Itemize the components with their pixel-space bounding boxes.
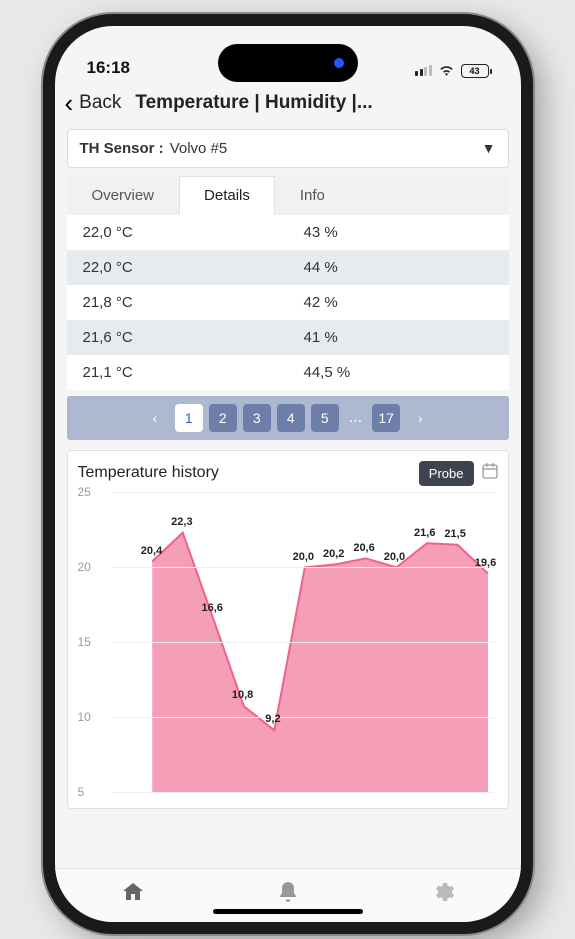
selector-value: Volvo #5 [170, 140, 228, 157]
data-label: 21,5 [444, 528, 465, 540]
chart-title: Temperature history [78, 464, 219, 482]
data-label: 9,2 [265, 713, 280, 725]
data-label: 16,6 [202, 602, 223, 614]
volume-down-button [43, 326, 45, 386]
table-row: 22,0 °C44 % [67, 250, 509, 285]
dynamic-island [218, 44, 358, 82]
page-prev[interactable]: ‹ [141, 404, 169, 432]
pagination: ‹ 1 2 3 4 5 ... 17 › [67, 396, 509, 440]
table-row: 21,6 °C41 % [67, 320, 509, 355]
bell-icon[interactable] [277, 880, 299, 910]
y-tick-label: 20 [78, 560, 91, 574]
chart-plot: 51015202520,422,316,610,89,220,020,220,6… [78, 492, 498, 802]
back-icon[interactable]: ‹ [65, 88, 74, 119]
battery-icon: 43 [461, 64, 489, 78]
page-3[interactable]: 3 [243, 404, 271, 432]
gear-icon[interactable] [431, 880, 455, 910]
y-tick-label: 15 [78, 635, 91, 649]
table-row: 22,0 °C43 % [67, 215, 509, 250]
data-label: 21,6 [414, 527, 435, 539]
temperature-chart-card: Temperature history Probe 5 10 15 20 25 20,4 2… [67, 450, 509, 809]
sensor-selector[interactable]: TH Sensor : Volvo #5 ▼ [67, 129, 509, 168]
signal-icon [415, 65, 432, 76]
home-indicator[interactable] [213, 909, 363, 914]
data-label: 20,6 [353, 542, 374, 554]
data-label: 19,6 [475, 557, 496, 569]
back-button[interactable]: Back [79, 92, 121, 114]
side-button [43, 196, 45, 232]
tab-details[interactable]: Details [179, 176, 275, 215]
data-label: 20,2 [323, 548, 344, 560]
page-title: Temperature | Humidity |... [135, 92, 372, 114]
wifi-icon [438, 64, 455, 77]
chevron-down-icon: ▼ [482, 140, 496, 156]
power-button [531, 276, 533, 366]
data-label: 20,0 [293, 551, 314, 563]
tab-info[interactable]: Info [275, 176, 350, 215]
home-icon[interactable] [121, 881, 145, 909]
data-label: 20,0 [384, 551, 405, 563]
y-tick-label: 25 [78, 485, 91, 499]
y-tick-label: 5 [78, 785, 85, 799]
page-next[interactable]: › [406, 404, 434, 432]
page-last[interactable]: 17 [372, 404, 400, 432]
volume-up-button [43, 256, 45, 316]
tab-overview[interactable]: Overview [67, 176, 180, 215]
phone-frame: 16:18 43 ‹ Back Temperature | Humidity |… [43, 14, 533, 934]
selector-label: TH Sensor : [80, 140, 164, 157]
tab-bar: Overview Details Info [67, 176, 509, 215]
status-time: 16:18 [87, 58, 130, 78]
data-label: 22,3 [171, 516, 192, 528]
y-tick-label: 10 [78, 710, 91, 724]
calendar-icon[interactable] [482, 463, 498, 484]
page-2[interactable]: 2 [209, 404, 237, 432]
page-1[interactable]: 1 [175, 404, 203, 432]
readings-table: 22,0 °C43 % 22,0 °C44 % 21,8 °C42 % 21,6… [67, 215, 509, 390]
page-5[interactable]: 5 [311, 404, 339, 432]
page-4[interactable]: 4 [277, 404, 305, 432]
probe-button[interactable]: Probe [419, 461, 474, 486]
data-label: 20,4 [141, 545, 162, 557]
page-ellipsis: ... [345, 409, 366, 427]
data-label: 10,8 [232, 689, 253, 701]
table-row: 21,1 °C44,5 % [67, 355, 509, 390]
app-header: ‹ Back Temperature | Humidity |... [55, 82, 521, 129]
table-row: 21,8 °C42 % [67, 285, 509, 320]
